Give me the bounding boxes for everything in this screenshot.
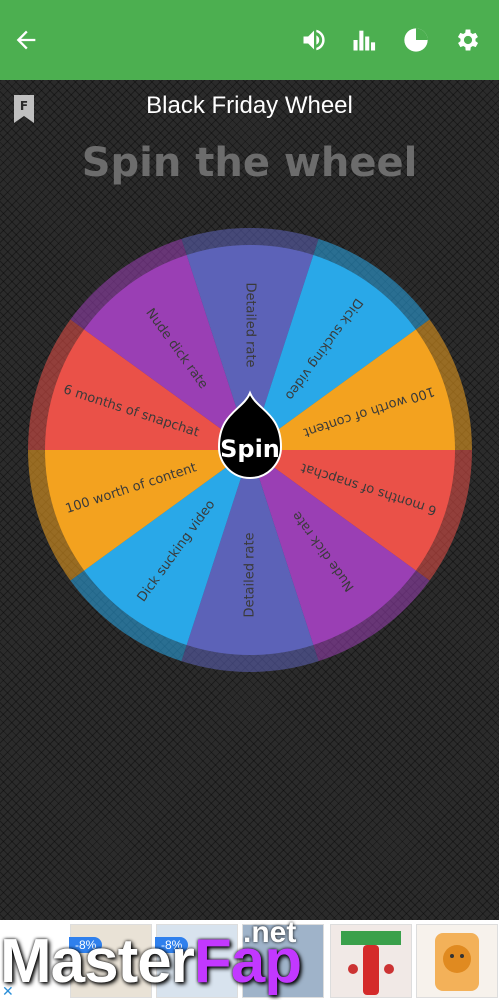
wheel-graphic[interactable]: Detailed rate Dick sucking video100 worth… <box>25 225 475 675</box>
page-subtitle: Spin the wheel <box>81 140 418 186</box>
back-button[interactable] <box>6 20 46 60</box>
wheel-segment-label: Detailed rate <box>243 282 258 367</box>
watermark-suffix: .net <box>243 916 297 949</box>
app-toolbar <box>0 0 499 80</box>
red-tool-icon <box>341 931 401 995</box>
sound-button[interactable] <box>294 20 334 60</box>
stats-button[interactable] <box>344 20 384 60</box>
spin-label: Spin <box>220 435 280 463</box>
wheel-segment-label: Detailed rate <box>243 532 258 617</box>
ad-product-image[interactable] <box>416 924 498 998</box>
pie-chart-icon <box>404 28 428 52</box>
wheel-title: Black Friday Wheel <box>146 92 353 119</box>
ad-product-image[interactable] <box>330 924 412 998</box>
ad-close-icon[interactable]: ✕ <box>2 984 14 1000</box>
arrow-left-icon <box>16 30 36 50</box>
volume-icon <box>303 29 325 51</box>
bear-cup-icon <box>435 933 479 991</box>
gear-icon <box>457 29 479 51</box>
results-button[interactable] <box>396 20 436 60</box>
bar-chart-icon <box>353 30 376 51</box>
settings-button[interactable] <box>448 20 488 60</box>
watermark-main: Master <box>0 927 195 996</box>
spin-wheel[interactable]: Detailed rate Dick sucking video 100 worth… <box>25 225 475 675</box>
